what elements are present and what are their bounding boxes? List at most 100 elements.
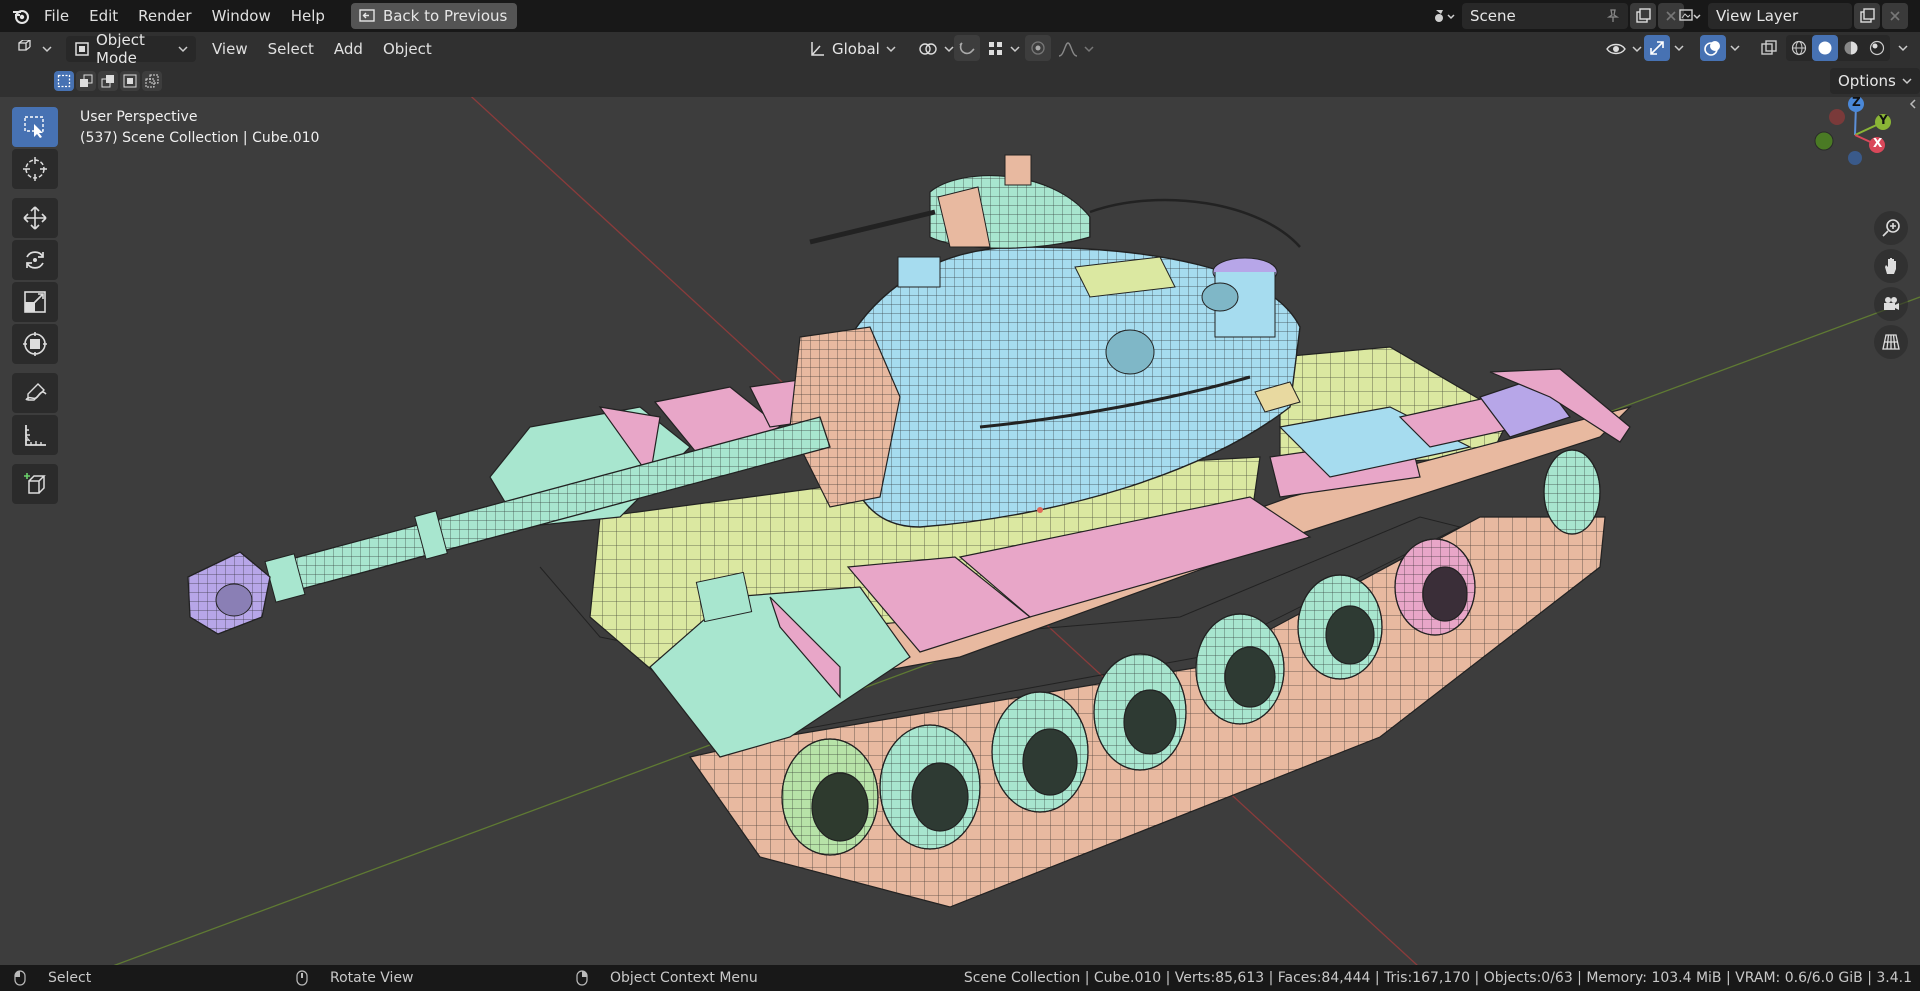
options-label: Options [1838, 72, 1896, 90]
solid-shading-icon[interactable] [1812, 35, 1838, 61]
scene-name: Scene [1470, 7, 1516, 25]
status-bar: Select Rotate View Object Context Menu S… [0, 965, 1920, 991]
sidebar-toggle-icon[interactable] [1908, 97, 1920, 109]
menu-file[interactable]: File [34, 0, 79, 32]
xray-toggle-icon[interactable] [1756, 35, 1782, 61]
status-context-menu-label: Object Context Menu [610, 970, 758, 986]
zoom-icon [1882, 219, 1900, 237]
scale-tool[interactable] [12, 282, 58, 322]
proportional-editing-icon[interactable] [1025, 35, 1051, 61]
pan-view-button[interactable] [1874, 249, 1908, 283]
collection-info-label: (537) Scene Collection | Cube.010 [80, 130, 320, 146]
editor-type-dropdown[interactable] [8, 36, 60, 62]
status-select-label: Select [48, 970, 92, 986]
menu-help[interactable]: Help [281, 0, 335, 32]
snap-grid-icon [989, 41, 1002, 55]
select-extend-icon[interactable] [76, 71, 96, 91]
camera-icon [1884, 297, 1899, 310]
select-new-icon[interactable] [54, 71, 74, 91]
menu-edit[interactable]: Edit [79, 0, 128, 32]
select-subtract-icon[interactable] [98, 71, 118, 91]
pin-icon[interactable] [1606, 9, 1620, 23]
status-select: Select [14, 965, 91, 991]
back-to-previous-label: Back to Previous [382, 7, 508, 25]
select-intersect-icon[interactable] [142, 71, 162, 91]
mouse-right-icon [576, 970, 588, 986]
gizmo-toggle-icon[interactable] [1644, 35, 1670, 61]
move-tool[interactable] [12, 198, 58, 238]
annotate-tool[interactable] [12, 373, 58, 413]
viewport-header: Object Mode View Select Add Object Globa… [0, 31, 1920, 67]
editor-type-icon [18, 39, 31, 51]
menu-view[interactable]: View [202, 33, 258, 65]
new-view-layer-icon[interactable] [1854, 3, 1880, 29]
gizmo-y-label: Y [1879, 113, 1888, 127]
gizmo-dropdown-icon[interactable] [1670, 35, 1688, 61]
menu-add[interactable]: Add [324, 33, 373, 65]
chevron-down-icon [1084, 45, 1094, 52]
scene-icon[interactable] [1426, 3, 1462, 29]
view-layer-name-field[interactable]: View Layer [1708, 3, 1852, 29]
menu-render[interactable]: Render [128, 0, 201, 32]
crosshair-cursor-icon [23, 157, 47, 181]
move-arrows-icon [23, 206, 47, 230]
visibility-dropdown[interactable] [1598, 36, 1650, 62]
gizmo-x-label: X [1873, 136, 1883, 150]
menu-select[interactable]: Select [258, 33, 324, 65]
scene-selector: Scene [1426, 3, 1684, 29]
ortho-toggle-button[interactable] [1874, 325, 1908, 359]
chevron-down-icon [178, 45, 188, 52]
eye-icon [1606, 43, 1626, 54]
scene-name-field[interactable]: Scene [1462, 3, 1628, 29]
view-layer-selector: View Layer [1672, 3, 1908, 29]
chevron-down-icon [42, 45, 52, 52]
rendered-shading-icon[interactable] [1864, 35, 1890, 61]
view-layer-icon[interactable] [1672, 3, 1708, 29]
options-dropdown[interactable]: Options [1830, 68, 1920, 94]
overlays-toggle-icon[interactable] [1700, 35, 1726, 61]
scene-statistics: Scene Collection | Cube.010 | Verts:85,6… [963, 970, 1912, 986]
status-context-menu: Object Context Menu [576, 965, 758, 991]
transform-tool[interactable] [12, 324, 58, 364]
mode-label: Object Mode [96, 30, 145, 67]
measure-tool[interactable] [12, 415, 58, 455]
hand-pan-icon [1885, 258, 1896, 274]
rotate-tool[interactable] [12, 240, 58, 280]
menu-window[interactable]: Window [202, 0, 281, 32]
orientation-dropdown[interactable]: Global [800, 36, 904, 62]
new-scene-icon[interactable] [1630, 3, 1656, 29]
chevron-down-icon [1632, 45, 1642, 52]
top-menu-bar: File Edit Render Window Help Back to Pre… [0, 0, 1920, 32]
cursor-tool[interactable] [12, 149, 58, 189]
scale-icon [24, 291, 46, 313]
gizmo-z-label: Z [1852, 97, 1861, 109]
delete-view-layer-icon[interactable] [1882, 3, 1908, 29]
blender-logo-icon[interactable] [8, 3, 34, 29]
zoom-view-button[interactable] [1874, 211, 1908, 245]
pivot-icon [919, 42, 937, 55]
mode-dropdown[interactable]: Object Mode [66, 31, 196, 67]
material-shading-icon[interactable] [1838, 35, 1864, 61]
tool-settings-bar: Options [0, 65, 1920, 97]
wireframe-shading-icon[interactable] [1786, 35, 1812, 61]
select-box-tool[interactable] [12, 107, 58, 147]
mouse-left-icon [14, 970, 26, 986]
snap-target-dropdown[interactable] [980, 36, 1028, 62]
add-cube-tool[interactable] [12, 464, 58, 504]
camera-view-button[interactable] [1874, 287, 1908, 321]
3d-viewport[interactable]: User Perspective (537) Scene Collection … [0, 97, 1920, 965]
chevron-down-icon [886, 45, 896, 52]
chevron-down-icon [1010, 45, 1020, 52]
add-cube-icon [24, 473, 46, 494]
grid-perspective-icon [1882, 334, 1900, 350]
falloff-dropdown[interactable] [1050, 36, 1102, 62]
select-invert-icon[interactable] [120, 71, 140, 91]
rotate-icon [26, 251, 44, 269]
transform-orientation-icon [811, 41, 824, 56]
menu-object[interactable]: Object [373, 33, 442, 65]
back-to-previous-button[interactable]: Back to Previous [350, 3, 518, 29]
shading-dropdown-icon[interactable] [1894, 35, 1912, 61]
snap-toggle-icon[interactable] [954, 35, 980, 61]
overlays-dropdown-icon[interactable] [1726, 35, 1744, 61]
navigation-gizmo[interactable]: Z Y X [1800, 97, 1910, 177]
